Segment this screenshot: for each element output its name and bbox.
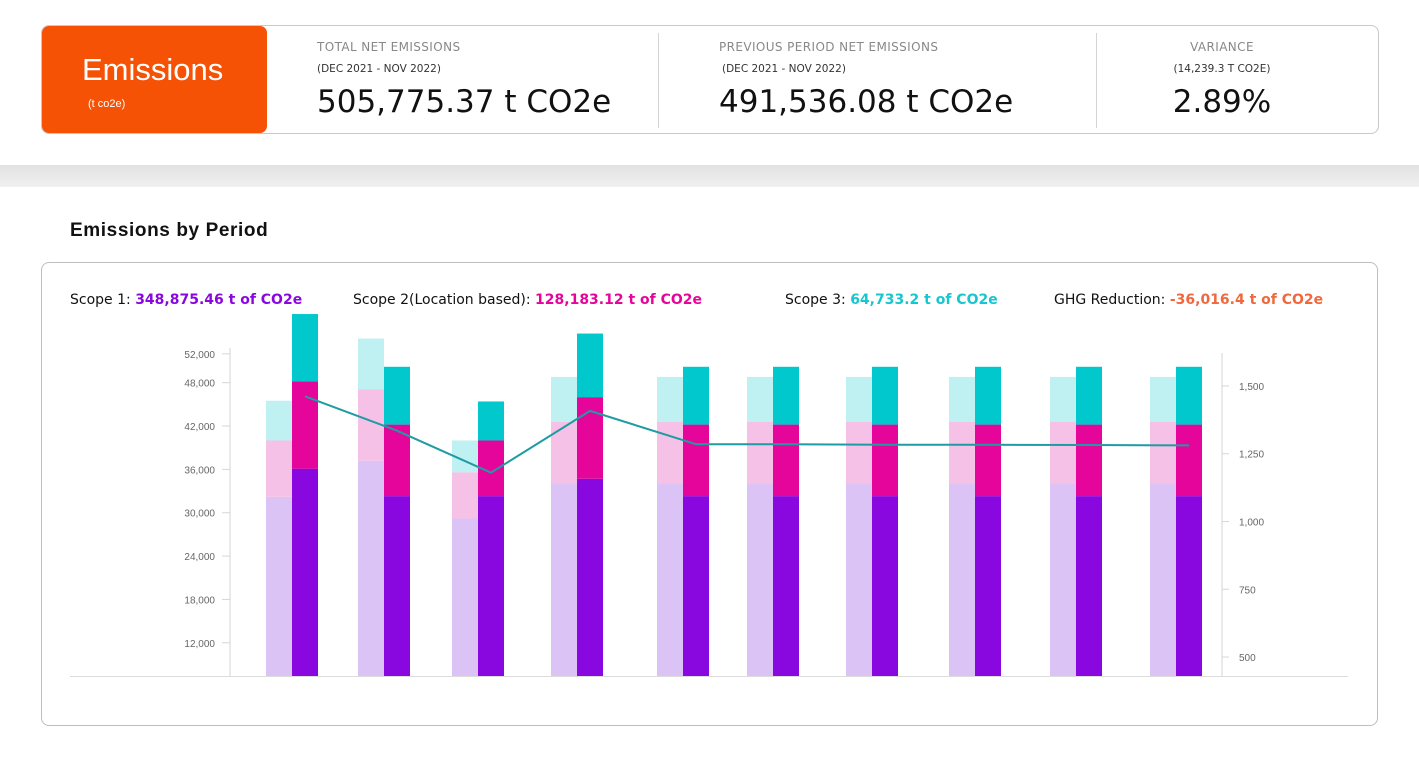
y-right-tick-label: 1,250	[1239, 450, 1264, 461]
emissions-by-period-chart: 52,000 48,000 42,000 36,000 30,000 24,000 18,0…	[70, 314, 1348, 677]
previous-period-scope3-bar	[266, 400, 292, 441]
current-period-scope1-bar	[773, 496, 799, 676]
previous-period-scope2-bar	[266, 440, 292, 497]
previous-period-scope3-bar	[1150, 376, 1176, 422]
y-right-tick-label: 1,500	[1239, 382, 1264, 393]
current-period-scope3-bar	[773, 366, 799, 425]
previous-period-scope1-bar	[747, 483, 773, 676]
previous-period-scope1-bar	[657, 483, 683, 676]
current-period-scope3-bar	[872, 366, 898, 425]
current-period-scope3-bar	[1176, 366, 1202, 425]
current-period-scope1-bar	[1076, 496, 1102, 676]
y-left-tick-label: 42,000	[184, 422, 215, 433]
previous-period-scope1-bar	[266, 496, 292, 676]
previous-period-scope2-bar	[657, 421, 683, 484]
current-period-scope3-bar	[975, 366, 1001, 425]
y-left-tick-label: 48,000	[184, 379, 215, 390]
y-left-tick-label: 12,000	[184, 639, 215, 650]
current-period-scope3-bar	[478, 401, 504, 441]
previous-period-scope3-bar	[1050, 376, 1076, 422]
current-period-scope3-bar	[292, 314, 318, 382]
y-right-tick-label: 500	[1239, 653, 1256, 664]
previous-period-scope1-bar	[1050, 483, 1076, 676]
previous-period-scope3-bar	[551, 376, 577, 422]
current-period-scope3-bar	[384, 366, 410, 425]
current-period-scope1-bar	[384, 496, 410, 676]
previous-period-scope2-bar	[452, 472, 478, 519]
previous-period-scope1-bar	[358, 460, 384, 676]
previous-period-scope1-bar	[1150, 483, 1176, 676]
previous-period-scope1-bar	[846, 483, 872, 676]
current-period-scope3-bar	[577, 333, 603, 398]
y-left-tick-label: 52,000	[184, 350, 215, 361]
current-period-scope2-bar	[577, 397, 603, 479]
current-period-scope2-bar	[773, 424, 799, 497]
current-period-scope1-bar	[683, 496, 709, 676]
y-left-tick-label: 18,000	[184, 595, 215, 606]
current-period-scope3-bar	[1076, 366, 1102, 425]
previous-period-scope3-bar	[846, 376, 872, 422]
previous-period-scope2-bar	[747, 421, 773, 484]
current-period-scope1-bar	[478, 496, 504, 676]
previous-period-scope2-bar	[551, 421, 577, 484]
previous-period-scope2-bar	[1150, 421, 1176, 484]
previous-period-scope2-bar	[949, 421, 975, 484]
current-period-scope2-bar	[1176, 424, 1202, 497]
y-left-tick-label: 24,000	[184, 552, 215, 563]
current-period-scope1-bar	[1176, 496, 1202, 676]
previous-period-scope2-bar	[1050, 421, 1076, 484]
previous-period-scope1-bar	[949, 483, 975, 676]
current-period-scope1-bar	[292, 468, 318, 676]
y-right-tick-label: 750	[1239, 585, 1256, 596]
current-period-scope2-bar	[975, 424, 1001, 497]
previous-period-scope3-bar	[657, 376, 683, 422]
current-period-scope1-bar	[577, 478, 603, 676]
current-period-scope2-bar	[292, 381, 318, 469]
current-period-scope3-bar	[683, 366, 709, 425]
current-period-scope2-bar	[872, 424, 898, 497]
previous-period-scope1-bar	[452, 518, 478, 676]
previous-period-scope3-bar	[358, 338, 384, 390]
current-period-scope2-bar	[1076, 424, 1102, 497]
previous-period-scope2-bar	[846, 421, 872, 484]
current-period-scope1-bar	[872, 496, 898, 676]
previous-period-scope3-bar	[949, 376, 975, 422]
current-period-scope1-bar	[975, 496, 1001, 676]
y-left-tick-label: 30,000	[184, 509, 215, 520]
y-left-tick-label: 36,000	[184, 465, 215, 476]
current-period-scope2-bar	[683, 424, 709, 497]
previous-period-scope1-bar	[551, 483, 577, 676]
y-right-tick-label: 1,000	[1239, 517, 1264, 528]
previous-period-scope3-bar	[747, 376, 773, 422]
